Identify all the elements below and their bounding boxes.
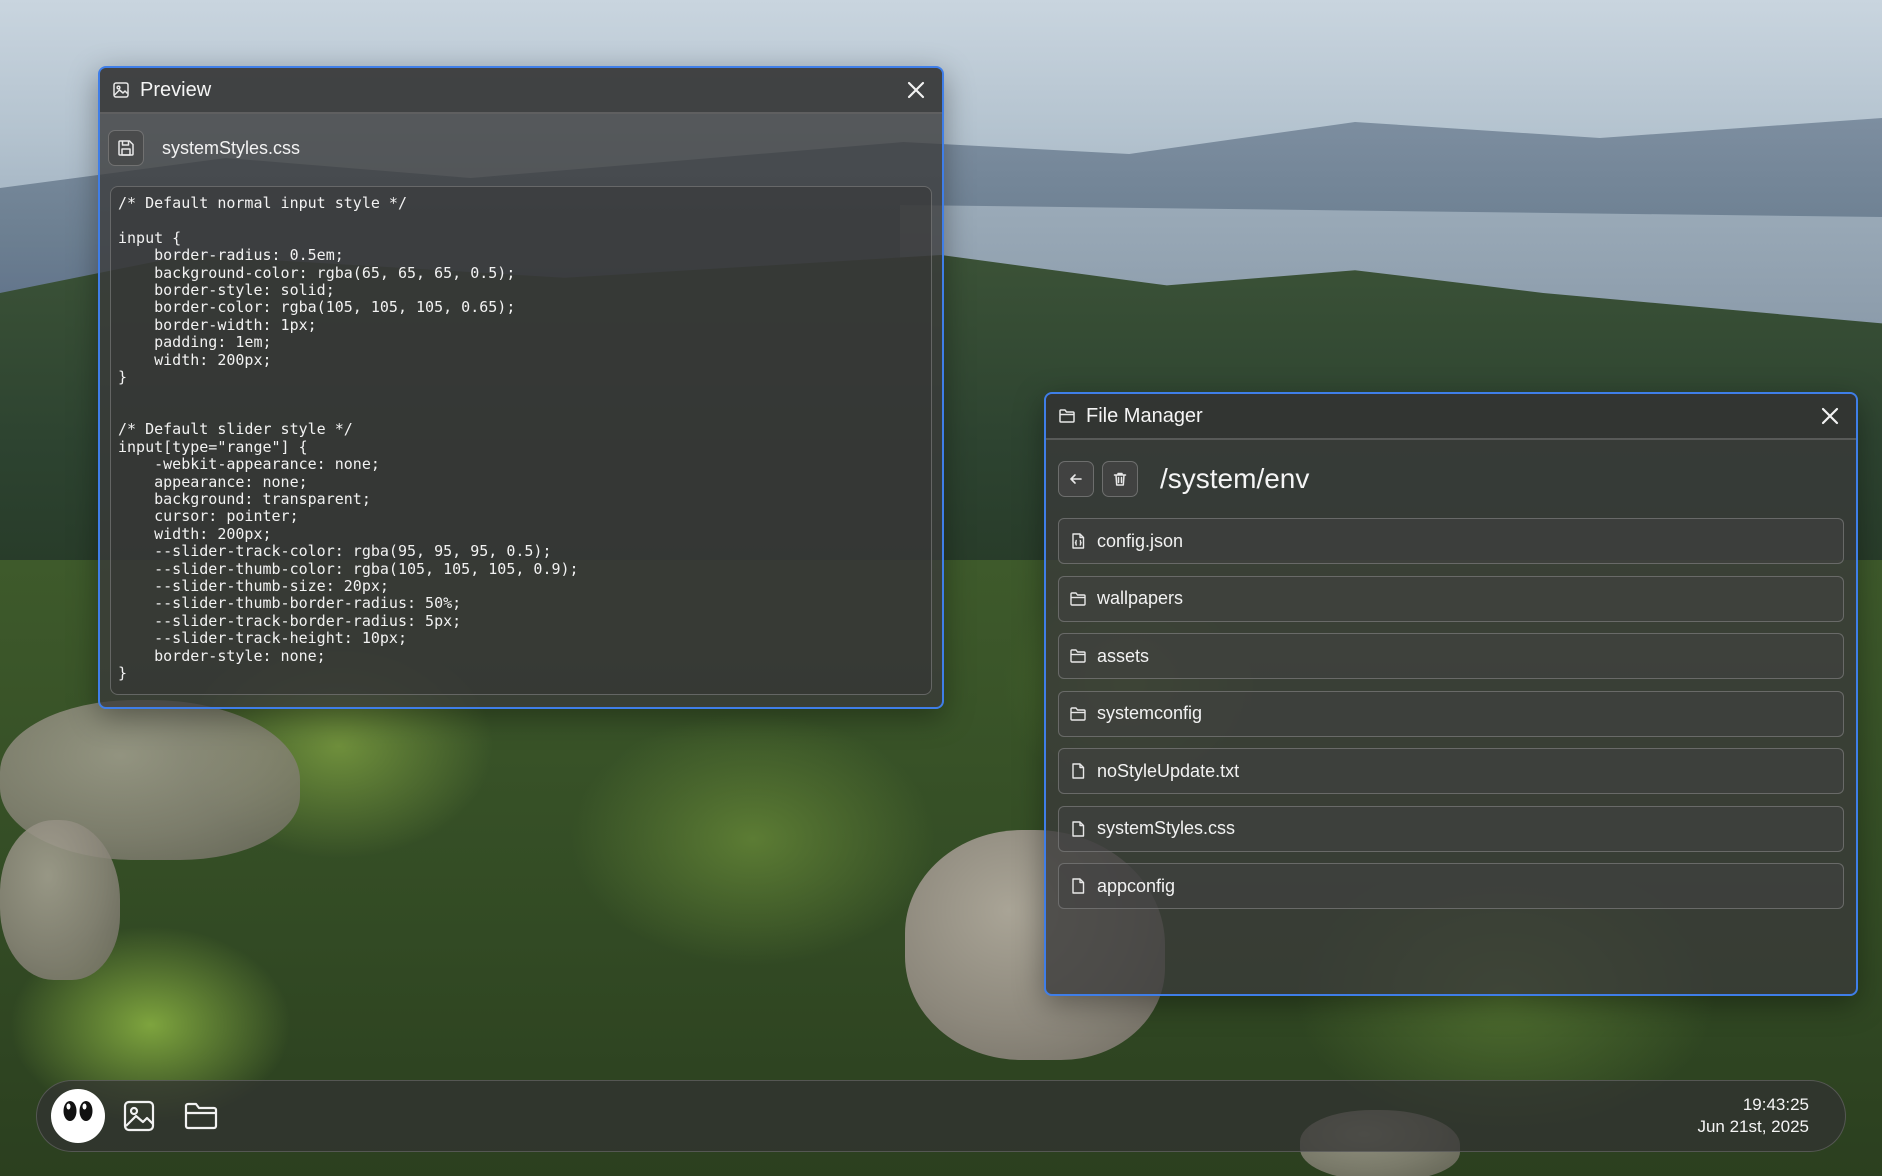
folder-icon xyxy=(1058,407,1076,425)
preview-titlebar[interactable]: Preview xyxy=(100,68,942,114)
trash-icon xyxy=(1113,472,1127,486)
file-name: assets xyxy=(1097,645,1150,666)
window-title: File Manager xyxy=(1086,404,1203,427)
list-item[interactable]: noStyleUpdate.txt xyxy=(1058,748,1844,794)
window-title: Preview xyxy=(140,78,212,101)
file-icon xyxy=(1069,820,1087,838)
file-icon xyxy=(1069,762,1087,780)
save-button[interactable] xyxy=(108,130,144,166)
preview-toolbar: systemStyles.css xyxy=(100,114,942,182)
delete-button[interactable] xyxy=(1102,461,1138,497)
list-item[interactable]: systemStyles.css xyxy=(1058,805,1844,852)
folder-icon[interactable] xyxy=(181,1096,221,1136)
eyes-logo-icon[interactable] xyxy=(49,1087,107,1145)
file-manager-window: File Manager /system/env config.json wal… xyxy=(1044,392,1858,996)
folder-icon xyxy=(1069,705,1087,723)
code-viewer[interactable]: /* Default normal input style */ input {… xyxy=(110,186,932,695)
list-item[interactable]: systemconfig xyxy=(1058,690,1844,737)
file-name: systemStyles.css xyxy=(162,137,301,158)
folder-icon xyxy=(1069,590,1087,608)
file-name: config.json xyxy=(1097,530,1184,551)
list-item[interactable]: appconfig xyxy=(1058,863,1844,909)
clock-time: 19:43:25 xyxy=(1742,1095,1809,1114)
file-icon xyxy=(1069,877,1087,895)
current-path: /system/env xyxy=(1160,463,1310,494)
image-icon[interactable] xyxy=(119,1096,159,1136)
clock: 19:43:25 Jun 21st, 2025 xyxy=(1697,1094,1833,1138)
list-item[interactable]: config.json xyxy=(1058,518,1844,564)
close-button[interactable] xyxy=(902,76,930,104)
list-item[interactable]: wallpapers xyxy=(1058,575,1844,622)
image-icon xyxy=(112,81,130,99)
file-name: systemconfig xyxy=(1097,703,1203,723)
clock-date: Jun 21st, 2025 xyxy=(1697,1117,1809,1136)
file-name: noStyleUpdate.txt xyxy=(1097,760,1240,781)
close-icon xyxy=(1821,407,1839,425)
preview-window: Preview systemStyles.css /* Default norm… xyxy=(98,66,944,709)
file-manager-toolbar: /system/env xyxy=(1046,440,1856,518)
save-icon xyxy=(118,140,134,156)
json-file-icon xyxy=(1069,532,1087,550)
taskbar: 19:43:25 Jun 21st, 2025 xyxy=(36,1080,1846,1152)
folder-icon xyxy=(1069,647,1087,665)
arrow-left-icon xyxy=(1070,474,1082,484)
list-item[interactable]: assets xyxy=(1058,633,1844,679)
file-name: wallpapers xyxy=(1097,588,1184,608)
close-icon xyxy=(907,81,925,99)
file-list: config.json wallpapers assets systemconf… xyxy=(1046,518,1856,909)
close-button[interactable] xyxy=(1816,402,1844,430)
file-manager-titlebar[interactable]: File Manager xyxy=(1046,394,1856,440)
code-content: /* Default normal input style */ input {… xyxy=(118,194,579,682)
back-button[interactable] xyxy=(1058,461,1094,497)
file-name: systemStyles.css xyxy=(1097,818,1236,838)
file-name: appconfig xyxy=(1097,875,1176,896)
